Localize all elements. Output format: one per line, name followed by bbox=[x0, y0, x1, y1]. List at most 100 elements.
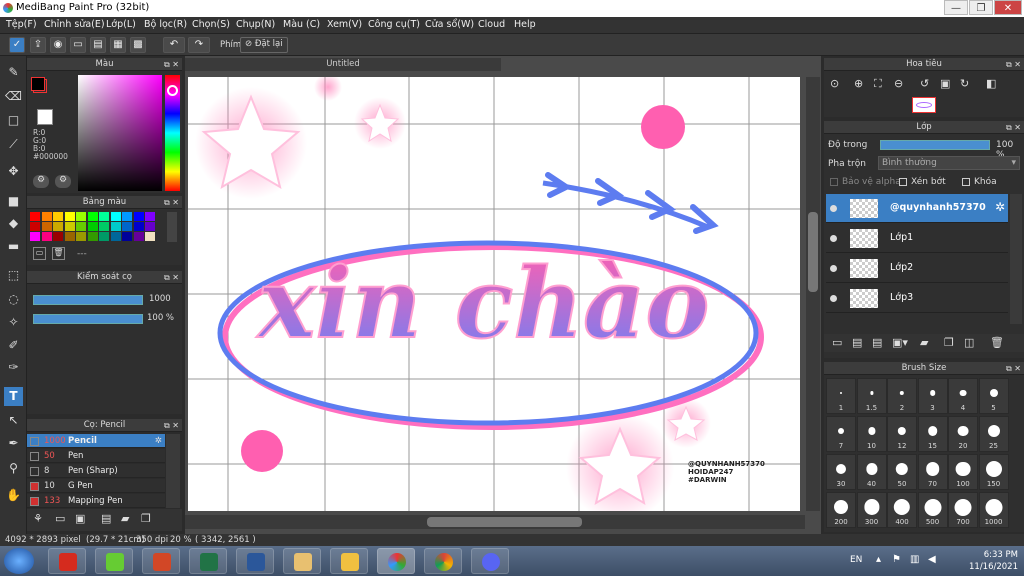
canvas-hscroll-thumb[interactable] bbox=[427, 517, 582, 527]
palette-swatch[interactable] bbox=[41, 232, 52, 241]
menu-select[interactable]: Chọn(S) bbox=[192, 19, 230, 30]
zoom-out-icon[interactable]: ⊖ bbox=[894, 77, 903, 90]
palette-swatch[interactable] bbox=[30, 222, 40, 231]
panel-close-icon[interactable]: ⧉ ✕ bbox=[1006, 363, 1021, 375]
menu-cloud[interactable]: Cloud bbox=[478, 19, 505, 30]
duplicate-layer-icon[interactable]: ❐ bbox=[944, 336, 954, 349]
palette-swatch[interactable] bbox=[133, 222, 144, 231]
palette-swatch[interactable] bbox=[30, 212, 40, 221]
brush-size-cell[interactable]: 25 bbox=[978, 416, 1009, 452]
new-palette-icon[interactable]: ▭ bbox=[33, 247, 46, 260]
visibility-icon[interactable] bbox=[830, 235, 837, 242]
brush-size-cell[interactable]: 1 bbox=[826, 378, 856, 414]
flag-icon[interactable]: ⚑ bbox=[892, 554, 901, 565]
white-swatch[interactable] bbox=[37, 109, 53, 125]
palette-swatch[interactable] bbox=[53, 212, 63, 221]
panel-close-icon[interactable]: ⧉ ✕ bbox=[1006, 59, 1021, 71]
brush-size-cell[interactable]: 700 bbox=[948, 492, 978, 528]
palette-swatch[interactable] bbox=[76, 232, 86, 241]
volume-icon[interactable]: ◀ bbox=[928, 554, 936, 565]
start-button[interactable] bbox=[4, 548, 34, 574]
palette-swatch[interactable] bbox=[99, 232, 109, 241]
brush-size-cell[interactable]: 30 bbox=[826, 454, 856, 490]
chevron-up-icon[interactable]: ▴ bbox=[876, 554, 881, 565]
menu-color[interactable]: Màu (C) bbox=[283, 19, 320, 30]
chat-icon[interactable]: ◉ bbox=[50, 37, 66, 53]
pdf-app-icon[interactable] bbox=[48, 548, 86, 574]
new-layer-icon[interactable]: ▭ bbox=[832, 336, 842, 349]
new-halftone-layer-icon[interactable]: ▤ bbox=[852, 336, 862, 349]
network-icon[interactable]: ▥ bbox=[910, 554, 919, 565]
material-icon[interactable]: ▦ bbox=[110, 37, 126, 53]
palette-icon[interactable]: ⚙ bbox=[33, 175, 49, 188]
palette-swatch[interactable] bbox=[99, 222, 109, 231]
brush-size-cell[interactable]: 1.5 bbox=[856, 378, 887, 414]
brush-size-cell[interactable]: 400 bbox=[887, 492, 917, 528]
lock-checkbox[interactable] bbox=[962, 178, 970, 186]
fit-window-icon[interactable]: ⛶ bbox=[874, 77, 882, 91]
palette-swatch[interactable] bbox=[87, 212, 98, 221]
excel-app-icon[interactable] bbox=[189, 548, 227, 574]
fill-tool-icon[interactable]: ■ bbox=[4, 192, 23, 211]
panel-close-icon[interactable]: ⧉ ✕ bbox=[164, 197, 179, 209]
clipping-checkbox[interactable] bbox=[899, 178, 907, 186]
palette-swatch[interactable] bbox=[53, 232, 63, 241]
maximize-button[interactable]: ❐ bbox=[969, 0, 993, 15]
brush-size-cell[interactable]: 12 bbox=[887, 416, 917, 452]
select-tool-icon[interactable]: ⬚ bbox=[4, 266, 23, 285]
visibility-icon[interactable] bbox=[830, 265, 837, 272]
medibang-app-icon[interactable] bbox=[377, 548, 415, 574]
panel-close-icon[interactable]: ⧉ ✕ bbox=[164, 272, 179, 284]
explorer-app-icon[interactable] bbox=[330, 548, 368, 574]
brush-size-cell[interactable]: 40 bbox=[856, 454, 887, 490]
share-icon[interactable]: ⇪ bbox=[30, 37, 46, 53]
canvas-vscroll-thumb[interactable] bbox=[808, 212, 818, 292]
brush-item[interactable]: 1000 Pencil ✲ bbox=[27, 434, 165, 448]
blend-select[interactable]: Bình thường ▾ bbox=[878, 156, 1020, 170]
brush-item[interactable]: 133 Mapping Pen bbox=[27, 494, 165, 508]
clock[interactable]: 6:33 PM 11/16/2021 bbox=[969, 549, 1018, 573]
brush-size-cell[interactable]: 15 bbox=[917, 416, 948, 452]
navigator-thumbnail[interactable] bbox=[912, 97, 936, 113]
rotate-right-icon[interactable]: ↻ bbox=[960, 77, 969, 90]
palette-swatch[interactable] bbox=[64, 212, 75, 221]
magic-wand-icon[interactable]: ✧ bbox=[4, 313, 23, 332]
canvas[interactable]: xin chào @QUYNHANH57370 HOIDAP247 #DARWI… bbox=[188, 77, 800, 511]
panel-close-icon[interactable]: ⧉ ✕ bbox=[164, 59, 179, 71]
palette-swatch[interactable] bbox=[41, 212, 52, 221]
menu-edit[interactable]: Chỉnh sửa(E) bbox=[44, 19, 105, 30]
brush-size-cell[interactable]: 70 bbox=[917, 454, 948, 490]
document-tab[interactable]: Untitled bbox=[185, 58, 501, 71]
brush-opacity-slider[interactable] bbox=[33, 314, 143, 324]
copy-icon[interactable]: ❐ bbox=[141, 512, 151, 525]
brush-size-cell[interactable]: 100 bbox=[948, 454, 978, 490]
layer-row[interactable]: Lớp1 bbox=[826, 224, 1008, 253]
palette-swatches[interactable] bbox=[30, 212, 158, 242]
flip-icon[interactable]: ◧ bbox=[986, 77, 996, 90]
color-picker-icon[interactable]: ⚙ bbox=[55, 175, 71, 188]
reset-button[interactable]: ⊘ Đặt lại bbox=[240, 37, 288, 53]
redo-icon[interactable]: ↷ bbox=[188, 37, 210, 53]
canvas-hscroll[interactable] bbox=[185, 515, 805, 529]
palette-swatch[interactable] bbox=[122, 212, 132, 221]
brush-size-cell[interactable]: 500 bbox=[917, 492, 948, 528]
visibility-icon[interactable] bbox=[830, 205, 837, 212]
operation-tool-icon[interactable]: ↖ bbox=[4, 411, 23, 430]
brush-size-cell[interactable]: 150 bbox=[978, 454, 1009, 490]
comment-icon[interactable]: ▭ bbox=[70, 37, 86, 53]
select-eraser-icon[interactable]: ✑ bbox=[4, 358, 23, 377]
eraser-tool-icon[interactable]: ⌫ bbox=[4, 87, 23, 106]
new-brush-icon[interactable]: ▭ bbox=[55, 512, 65, 525]
select-pen-icon[interactable]: ✐ bbox=[4, 336, 23, 355]
layer-row[interactable]: Lớp2 bbox=[826, 254, 1008, 283]
language-indicator[interactable]: EN bbox=[850, 555, 862, 565]
fg-color-swatch[interactable] bbox=[31, 77, 45, 91]
palette-swatch[interactable] bbox=[110, 232, 121, 241]
menu-help[interactable]: Help bbox=[514, 19, 536, 30]
hue-handle[interactable] bbox=[167, 85, 178, 96]
palette-swatch[interactable] bbox=[122, 222, 132, 231]
paint-palette-app-icon[interactable] bbox=[283, 548, 321, 574]
check-icon[interactable]: ✓ bbox=[9, 37, 25, 53]
brush-item[interactable]: 50 Pen bbox=[27, 449, 165, 463]
brush-size-cell[interactable]: 2 bbox=[887, 378, 917, 414]
